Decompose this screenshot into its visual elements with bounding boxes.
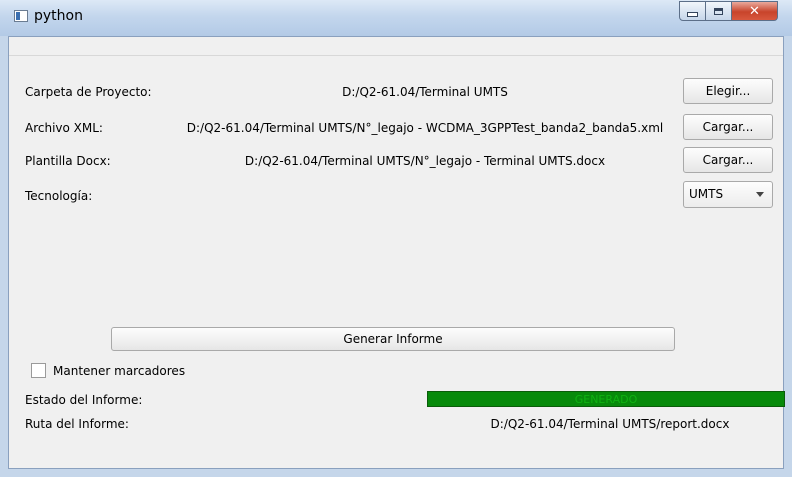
technology-select[interactable]: UMTS xyxy=(683,181,773,208)
load-xml-button[interactable]: Cargar... xyxy=(683,114,773,140)
project-folder-label: Carpeta de Proyecto: xyxy=(25,85,152,99)
report-status-text: GENERADO xyxy=(574,393,638,406)
application-window: python ✕ Carpeta de Proyecto: D:/Q2-61.0… xyxy=(0,0,792,477)
choose-folder-button[interactable]: Elegir... xyxy=(683,78,773,104)
dropdown-arrow-icon xyxy=(756,192,764,197)
close-icon: ✕ xyxy=(749,3,760,19)
minimize-button[interactable] xyxy=(679,1,706,21)
title-bar[interactable]: python ✕ xyxy=(0,0,792,36)
window-title: python xyxy=(34,8,83,24)
report-status-progress: GENERADO xyxy=(427,391,785,407)
maximize-button[interactable] xyxy=(706,1,732,21)
xml-file-label: Archivo XML: xyxy=(25,121,103,135)
report-path-value: D:/Q2-61.04/Terminal UMTS/report.docx xyxy=(490,417,730,431)
close-button[interactable]: ✕ xyxy=(732,1,778,21)
maximize-icon xyxy=(714,7,723,15)
technology-label: Tecnología: xyxy=(25,189,93,203)
menu-strip xyxy=(9,37,783,56)
technology-selected-value: UMTS xyxy=(689,187,724,201)
generate-report-button[interactable]: Generar Informe xyxy=(111,327,675,351)
main-form: Carpeta de Proyecto: D:/Q2-61.04/Termina… xyxy=(8,36,785,469)
docx-template-label: Plantilla Docx: xyxy=(25,154,111,168)
xml-file-value: D:/Q2-61.04/Terminal UMTS/N°_legajo - WC… xyxy=(186,121,664,135)
minimize-icon xyxy=(687,11,698,17)
load-docx-button[interactable]: Cargar... xyxy=(683,147,773,173)
python-app-icon xyxy=(14,10,28,22)
keep-markers-checkbox[interactable] xyxy=(31,363,46,378)
keep-markers-label: Mantener marcadores xyxy=(53,364,186,378)
report-path-label: Ruta del Informe: xyxy=(25,417,129,431)
docx-template-value: D:/Q2-61.04/Terminal UMTS/N°_legajo - Te… xyxy=(244,154,606,168)
project-folder-value: D:/Q2-61.04/Terminal UMTS xyxy=(342,85,508,99)
caption-buttons: ✕ xyxy=(679,1,778,21)
report-status-label: Estado del Informe: xyxy=(25,393,143,407)
